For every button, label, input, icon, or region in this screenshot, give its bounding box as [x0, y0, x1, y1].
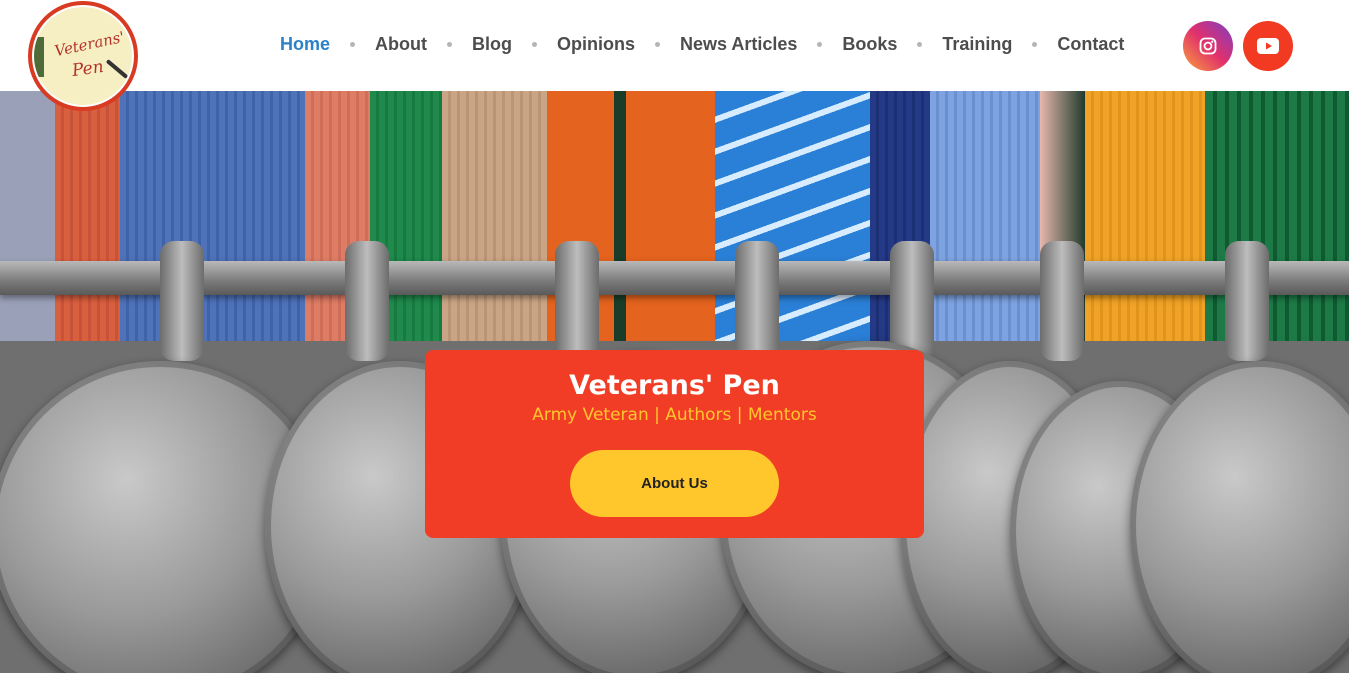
medal-clasp [735, 241, 779, 361]
instagram-icon [1199, 37, 1217, 55]
pen-icon [105, 59, 129, 79]
hero-subtitle: Army Veteran | Authors | Mentors [532, 405, 817, 425]
nav-contact[interactable]: Contact [1057, 34, 1124, 55]
nav-training[interactable]: Training [942, 34, 1012, 55]
medal-clasp [1225, 241, 1269, 361]
youtube-icon [1257, 38, 1279, 54]
medal-clasp [160, 241, 204, 361]
ribbon-image [120, 91, 305, 341]
instagram-button[interactable] [1183, 21, 1233, 71]
nav-home[interactable]: Home [280, 34, 330, 55]
ribbon-image [55, 91, 120, 341]
nav-books[interactable]: Books [842, 34, 897, 55]
about-us-button[interactable]: About Us [570, 450, 779, 517]
logo-text-line1: Veterans' [52, 27, 126, 61]
site-header: Veterans' Pen Home About Blog Opinions N… [0, 0, 1349, 111]
nav-separator [447, 41, 452, 47]
logo-text-line2: Pen [70, 56, 105, 82]
nav-about[interactable]: About [375, 34, 427, 55]
ribbon-image [930, 91, 1040, 341]
nav-news-articles[interactable]: News Articles [680, 34, 797, 55]
nav-blog[interactable]: Blog [472, 34, 512, 55]
nav-separator [817, 41, 823, 47]
site-logo[interactable]: Veterans' Pen [28, 1, 138, 111]
hero-title: Veterans' Pen [569, 370, 780, 401]
nav-separator [917, 41, 923, 47]
ribbon-image [1085, 91, 1205, 341]
medal-clasp [345, 241, 389, 361]
main-navigation: Home About Blog Opinions News Articles B… [280, 33, 1124, 55]
medal-clasp [1040, 241, 1084, 361]
logo-badge: Veterans' Pen [32, 5, 134, 107]
nav-separator [350, 41, 356, 47]
nav-separator [1032, 41, 1038, 47]
nav-separator [655, 41, 660, 47]
logo-decoration [34, 37, 44, 77]
ribbon-image [442, 91, 547, 341]
medal-clasp [555, 241, 599, 361]
youtube-button[interactable] [1243, 21, 1293, 71]
ribbon-image [0, 91, 55, 341]
hero-banner: Veterans' Pen Army Veteran | Authors | M… [0, 91, 1349, 673]
nav-opinions[interactable]: Opinions [557, 34, 635, 55]
nav-separator [532, 41, 537, 47]
hero-card: Veterans' Pen Army Veteran | Authors | M… [425, 350, 924, 538]
